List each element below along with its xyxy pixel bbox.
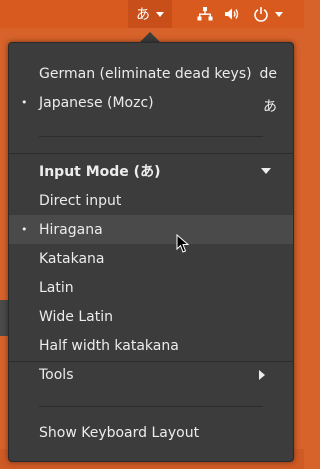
mode-label: Half width katakana [39,337,179,354]
menu-item-mode-hiragana[interactable]: • Hiragana [9,215,293,244]
volume-icon [225,8,239,20]
input-mode-label: Input Mode (あ) [39,163,161,180]
show-layout-label: Show Keyboard Layout [39,424,200,441]
layout-label: Japanese (Mozc) [39,94,154,111]
mode-label: Direct input [39,192,122,209]
layout-shortcut: あ [263,99,277,115]
menu-item-mode-direct-input[interactable]: Direct input [9,186,293,215]
layout-shortcut: de [259,65,278,82]
menu-separator [39,406,263,407]
chevron-down-icon [261,167,271,174]
menu-separator [9,153,293,154]
chevron-down-icon [156,11,164,17]
power-indicator[interactable] [250,0,286,28]
chevron-down-icon [275,11,283,17]
selected-bullet: • [21,96,28,109]
menu-item-mode-half-width-katakana[interactable]: Half width katakana [9,331,293,360]
background-window-edge [0,300,8,336]
menu-item-mode-wide-latin[interactable]: Wide Latin [9,302,293,331]
menu-item-tools[interactable]: Tools [9,360,293,389]
mode-label: Katakana [39,250,105,267]
chevron-right-icon [259,369,265,380]
menu-item-mode-katakana[interactable]: Katakana [9,244,293,273]
ime-indicator-glyph: あ [136,7,150,23]
top-panel: あ [0,0,304,28]
input-method-indicator[interactable]: あ [128,0,172,28]
network-icon [197,7,213,21]
mode-label: Latin [39,279,74,296]
menu-item-mode-latin[interactable]: Latin [9,273,293,302]
menu-pointer-arrow [140,32,160,42]
input-source-menu: German (eliminate dead keys) de • Japane… [8,42,294,462]
layout-label: German (eliminate dead keys) [39,65,252,82]
selected-bullet: • [21,223,28,236]
input-mode-submenu-header[interactable]: Input Mode (あ) [9,156,293,185]
menu-separator [39,136,263,137]
power-icon [254,7,268,22]
menu-item-layout-japanese[interactable]: • Japanese (Mozc) あ [9,88,293,117]
network-indicator[interactable] [194,0,216,28]
volume-indicator[interactable] [220,0,244,28]
mode-label: Wide Latin [39,308,114,325]
tools-label: Tools [39,366,74,383]
menu-item-show-keyboard-layout[interactable]: Show Keyboard Layout [9,418,293,447]
menu-item-layout-german[interactable]: German (eliminate dead keys) de [9,59,293,88]
mode-label: Hiragana [39,221,103,238]
mouse-pointer-icon [176,234,190,253]
